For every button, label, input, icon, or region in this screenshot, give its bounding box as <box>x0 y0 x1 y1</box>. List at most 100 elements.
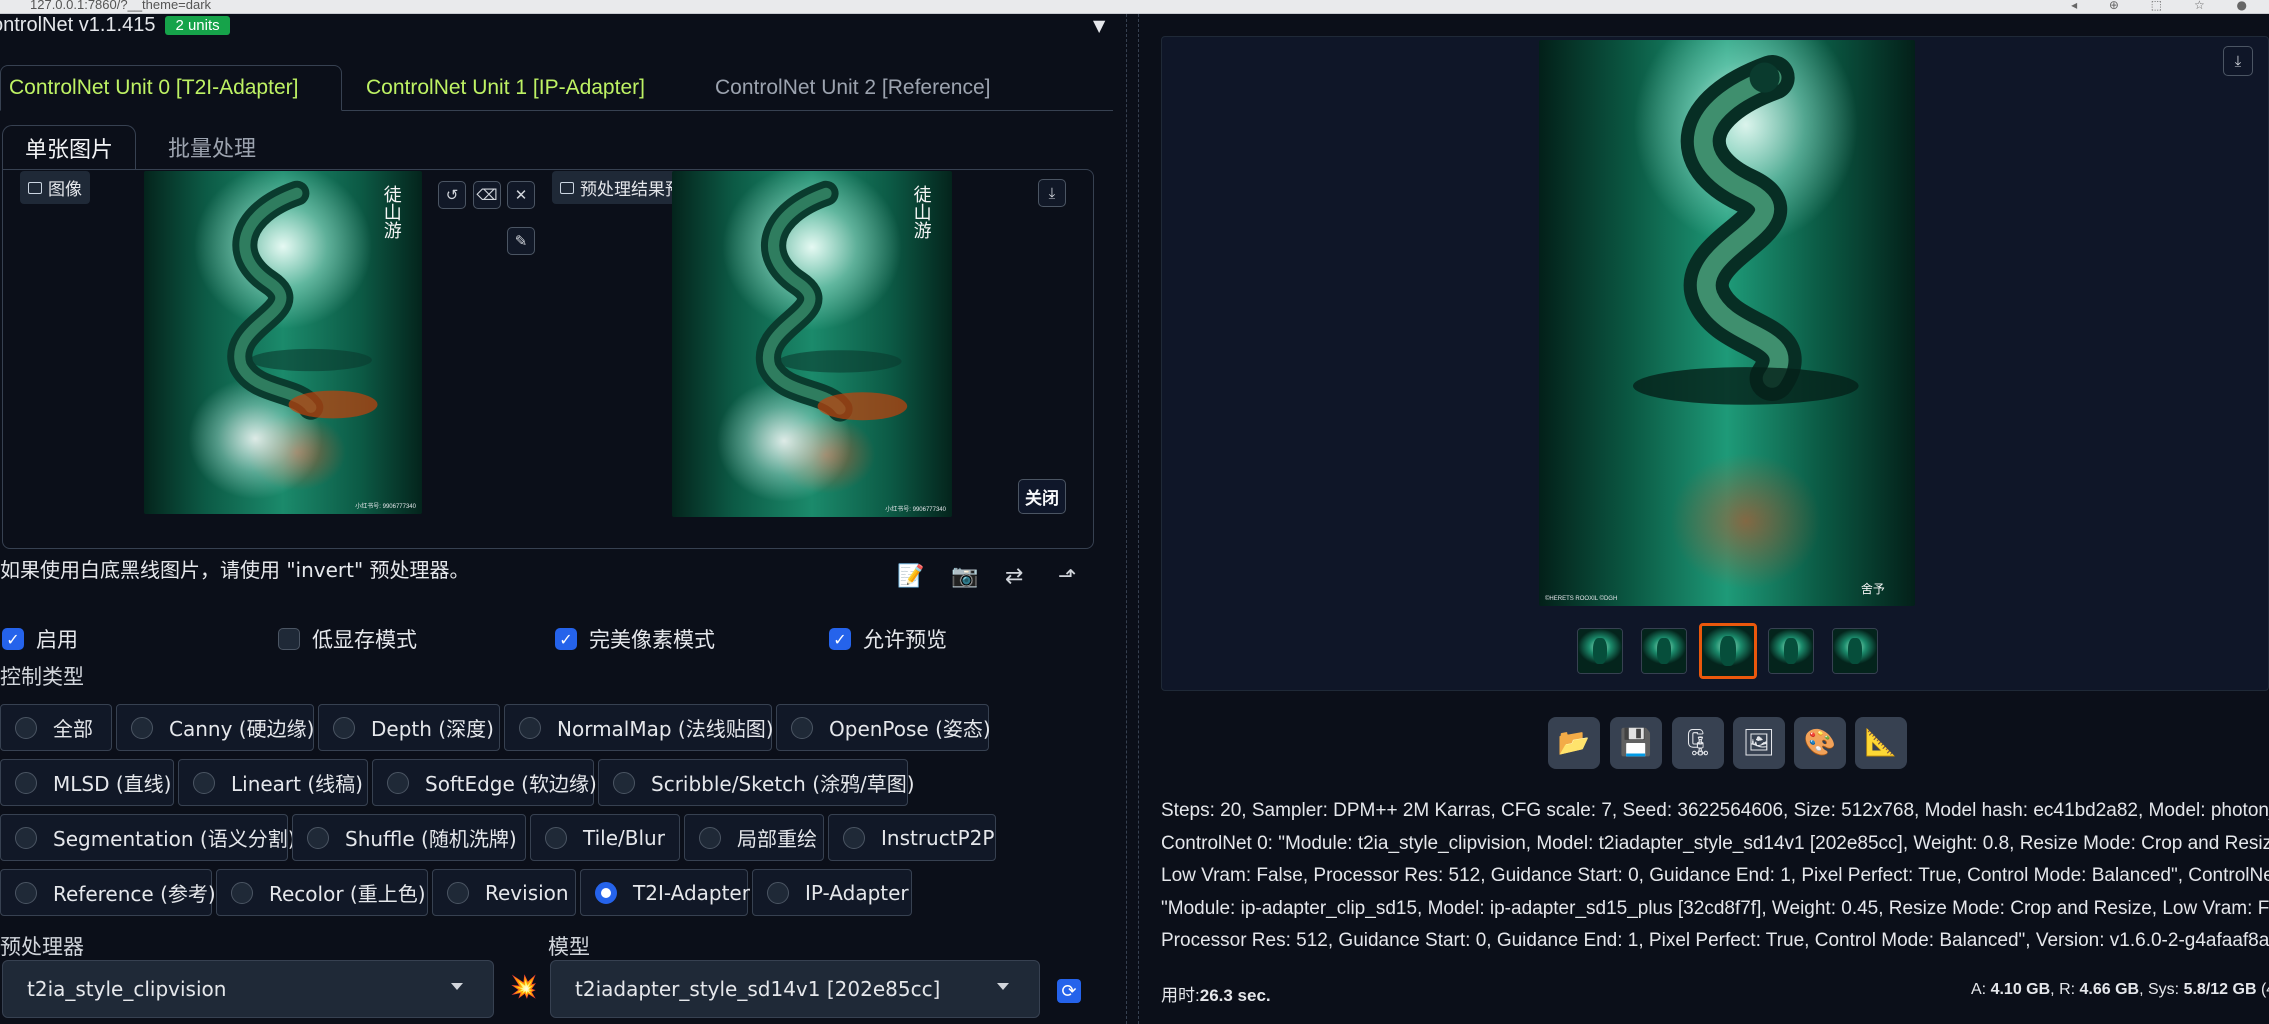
radio-lineart-dot[interactable] <box>193 771 215 794</box>
radio-shuffle[interactable]: Shuffle (随机洗牌) <box>292 814 526 861</box>
radio-canny-dot[interactable] <box>131 716 153 739</box>
low-vram-checkbox-box[interactable] <box>278 628 300 650</box>
gallery-thumbnail-5[interactable] <box>1832 628 1878 674</box>
send-to-img2img-button[interactable]: 🖼 <box>1733 717 1785 769</box>
radio-segmentation[interactable]: Segmentation (语义分割) <box>0 814 296 861</box>
radio-ip-adapter-dot[interactable] <box>767 881 789 904</box>
control-type-label: 控制类型 <box>0 665 84 689</box>
radio-ip-adapter[interactable]: IP-Adapter <box>752 869 912 916</box>
notes-icon[interactable]: 📝 <box>897 564 924 589</box>
clear-icon[interactable]: ✕ <box>507 181 535 209</box>
close-preview-button[interactable]: 关闭 <box>1018 479 1066 514</box>
output-main-image[interactable]: 舍予 ©HERETS ROOXIL ©DGH <box>1539 40 1915 606</box>
radio-scribble-dot[interactable] <box>613 771 635 794</box>
enable-checkbox[interactable]: ✓ 启用 <box>2 624 78 654</box>
image-icon <box>28 181 42 194</box>
unit-tabs: ControlNet Unit 0 [T2I-Adapter] ControlN… <box>0 51 1113 111</box>
radio-segmentation-dot[interactable] <box>15 826 37 849</box>
preview-image: 徒山游 小红书号: 9906777340 <box>672 171 952 517</box>
radio-openpose[interactable]: OpenPose (姿态) <box>776 704 991 751</box>
open-folder-button[interactable]: 📂 <box>1548 717 1600 769</box>
browser-icons[interactable]: ◂ ⊕ ⬚ ☆ ● <box>2071 0 2261 12</box>
radio-normalmap-dot[interactable] <box>519 716 541 739</box>
collapse-caret-icon[interactable]: ▼ <box>1093 16 1105 35</box>
undo-icon[interactable]: ↺ <box>438 181 466 209</box>
output-download-icon[interactable]: ⤓ <box>2223 46 2253 76</box>
input-image[interactable]: 徒山游 小红书号: 9906777340 <box>144 171 422 514</box>
gallery-thumbnail-4[interactable] <box>1768 628 1814 674</box>
pixel-perfect-checkbox-box[interactable]: ✓ <box>555 628 577 650</box>
swap-icon[interactable]: ⇄ <box>1005 564 1023 589</box>
tab-unit-2[interactable]: ControlNet Unit 2 [Reference] <box>707 65 998 111</box>
radio-inpaint-dot[interactable] <box>699 826 721 849</box>
artwork-signature: 徒山游 <box>380 184 402 239</box>
radio-instructp2p[interactable]: InstructP2P <box>828 814 996 861</box>
radio-tile-label: Tile/Blur <box>583 825 665 850</box>
radio-depth[interactable]: Depth (深度) <box>318 704 500 751</box>
radio-recolor[interactable]: Recolor (重上色) <box>216 869 428 916</box>
download-icon[interactable]: ⤓ <box>1038 179 1066 207</box>
tab-unit-0[interactable]: ControlNet Unit 0 [T2I-Adapter] <box>0 65 342 111</box>
radio-depth-label: Depth (深度) <box>371 717 494 741</box>
radio-t2i-adapter[interactable]: T2I-Adapter <box>580 869 750 916</box>
radio-revision[interactable]: Revision <box>432 869 576 916</box>
radio-all[interactable]: 全部 <box>0 704 112 751</box>
radio-openpose-dot[interactable] <box>791 716 813 739</box>
radio-softedge[interactable]: SoftEdge (软边缘) <box>372 759 597 806</box>
radio-mlsd[interactable]: MLSD (直线) <box>0 759 174 806</box>
send-to-extras-button[interactable]: 📐 <box>1855 717 1907 769</box>
radio-tile-dot[interactable] <box>545 826 567 849</box>
mem-sys-value: 5.8/12 GB <box>2183 981 2257 998</box>
radio-softedge-dot[interactable] <box>387 771 409 794</box>
radio-tile[interactable]: Tile/Blur <box>530 814 680 861</box>
radio-scribble-label: Scribble/Sketch (涂鸦/草图) <box>651 772 915 796</box>
radio-instructp2p-dot[interactable] <box>843 826 865 849</box>
radio-scribble[interactable]: Scribble/Sketch (涂鸦/草图) <box>598 759 915 806</box>
radio-recolor-dot[interactable] <box>231 881 253 904</box>
gallery-thumbnail-1[interactable] <box>1577 628 1623 674</box>
save-button[interactable]: 💾 <box>1610 717 1662 769</box>
radio-canny-label: Canny (硬边缘) <box>169 717 315 741</box>
radio-reference-dot[interactable] <box>15 881 37 904</box>
send-to-inpaint-button[interactable]: 🎨 <box>1794 717 1846 769</box>
browser-url[interactable]: 127.0.0.1:7860/?__theme=dark <box>30 0 211 12</box>
radio-revision-label: Revision <box>485 880 569 905</box>
preprocessor-dropdown[interactable]: t2ia_style_clipvision <box>2 960 494 1018</box>
radio-depth-dot[interactable] <box>333 716 355 739</box>
radio-reference[interactable]: Reference (参考) <box>0 869 216 916</box>
preprocessor-value: t2ia_style_clipvision <box>27 977 227 1001</box>
radio-normalmap[interactable]: NormalMap (法线贴图) <box>504 704 774 751</box>
gallery-thumbnail-3[interactable] <box>1699 623 1757 679</box>
allow-preview-checkbox-box[interactable]: ✓ <box>829 628 851 650</box>
radio-t2i-adapter-dot[interactable] <box>595 881 617 904</box>
radio-all-dot[interactable] <box>15 716 37 739</box>
low-vram-checkbox[interactable]: 低显存模式 <box>278 624 417 654</box>
zip-button[interactable]: 🗜 <box>1672 717 1724 769</box>
tab-batch[interactable]: 批量处理 <box>146 125 278 169</box>
camera-icon[interactable]: 📷 <box>951 564 978 589</box>
radio-mlsd-dot[interactable] <box>15 771 37 794</box>
allow-preview-checkbox[interactable]: ✓ 允许预览 <box>829 624 947 654</box>
radio-lineart-label: Lineart (线稿) <box>231 772 363 796</box>
radio-inpaint[interactable]: 局部重绘 <box>684 814 824 861</box>
refresh-models-icon[interactable]: ⟳ <box>1057 979 1081 1003</box>
model-dropdown[interactable]: t2iadapter_style_sd14v1 [202e85cc] <box>550 960 1040 1018</box>
radio-revision-dot[interactable] <box>447 881 469 904</box>
tab-single-image[interactable]: 单张图片 <box>2 125 137 169</box>
brush-icon[interactable]: ✎ <box>507 227 535 255</box>
send-dimensions-icon[interactable]: ⬏ <box>1058 564 1076 589</box>
panel-divider <box>1126 14 1127 1024</box>
radio-shuffle-dot[interactable] <box>307 826 329 849</box>
preview-signature: 徒山游 <box>910 184 932 239</box>
pixel-perfect-checkbox[interactable]: ✓ 完美像素模式 <box>555 624 715 654</box>
tab-unit-1[interactable]: ControlNet Unit 1 [IP-Adapter] <box>358 65 653 111</box>
eraser-icon[interactable]: ⌫ <box>473 181 501 209</box>
radio-canny[interactable]: Canny (硬边缘) <box>116 704 314 751</box>
model-label: 模型 <box>548 935 590 959</box>
run-preprocessor-icon[interactable]: 💥 <box>510 975 537 1000</box>
invert-hint: 如果使用白底黑线图片，请使用 "invert" 预处理器。 <box>0 558 470 582</box>
controlnet-header[interactable]: ontrolNet v1.1.415 2 units <box>0 14 230 36</box>
radio-lineart[interactable]: Lineart (线稿) <box>178 759 368 806</box>
enable-checkbox-box[interactable]: ✓ <box>2 628 24 650</box>
gallery-thumbnail-2[interactable] <box>1641 628 1687 674</box>
